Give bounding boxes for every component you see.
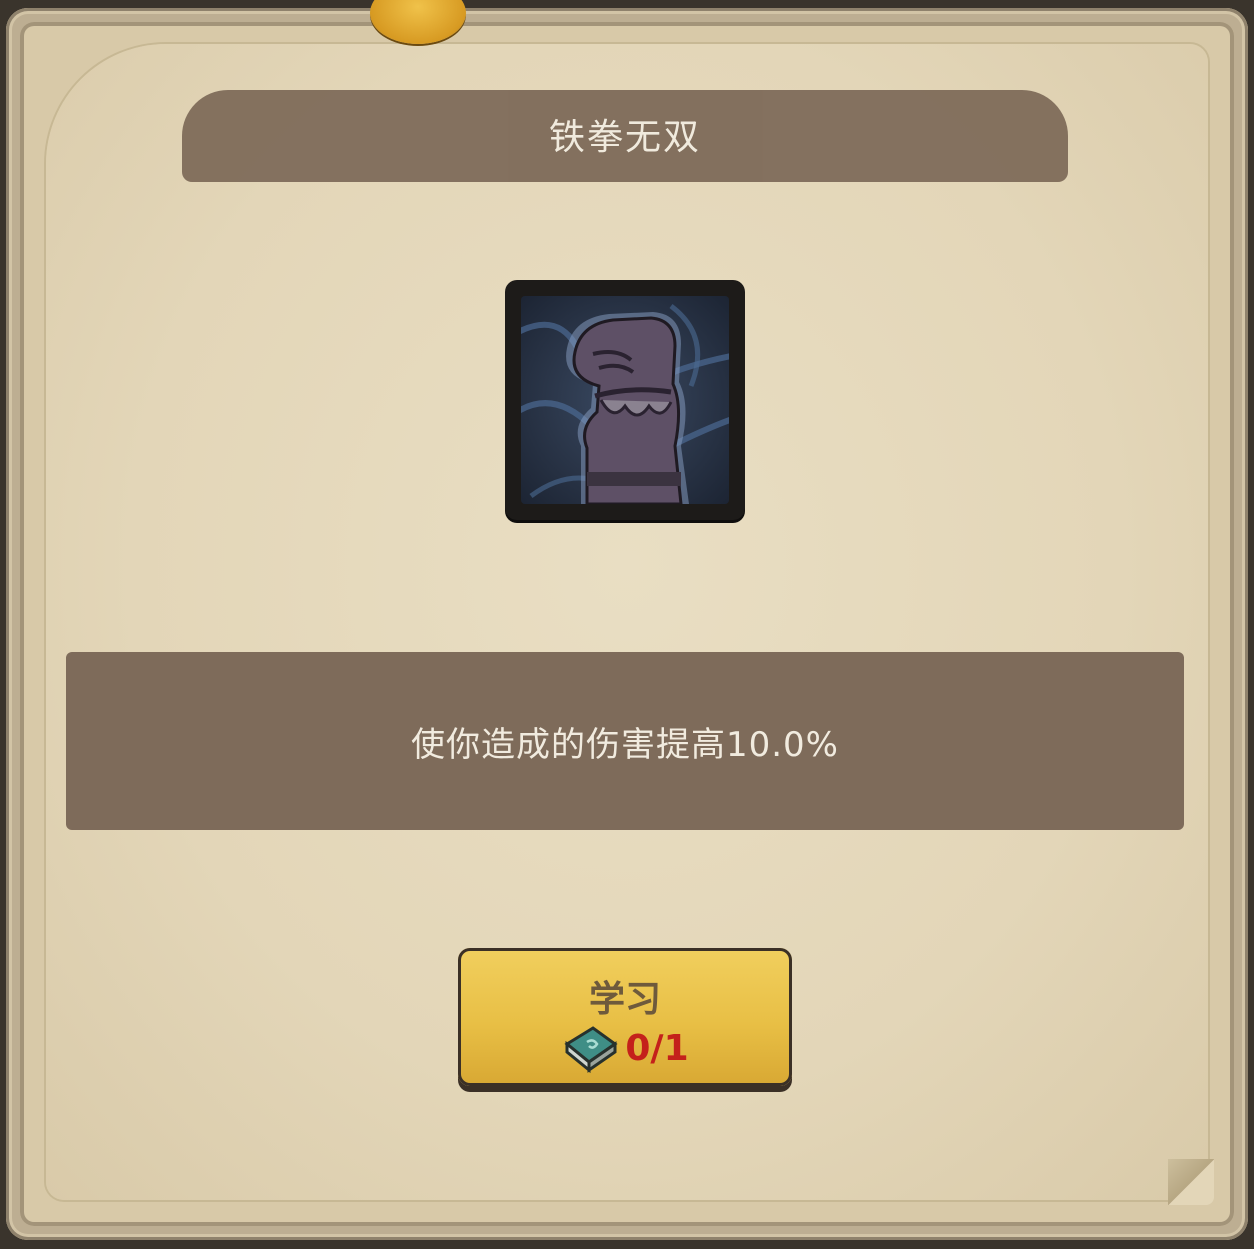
learn-button-label: 学习 <box>588 979 661 1020</box>
title-banner: 铁拳无双 <box>182 90 1068 182</box>
learn-cost-value: 0/1 <box>625 1027 689 1069</box>
learn-cost: 0/1 <box>458 1022 792 1074</box>
skill-title: 铁拳无双 <box>548 117 701 158</box>
skill-icon-frame <box>505 280 745 520</box>
learn-button[interactable]: 学习 0/1 <box>458 948 792 1086</box>
corner-fold-decoration <box>1168 1159 1214 1205</box>
iron-fist-icon <box>521 296 729 504</box>
skill-detail-screen: 铁拳无双 使你造成的伤害提高10.0% 学习 0/1 <box>0 0 1254 1249</box>
skill-description-bar: 使你造成的伤害提高10.0% <box>66 652 1184 830</box>
skill-description: 使你造成的伤害提高10.0% <box>410 724 839 765</box>
skill-book-icon <box>561 1022 619 1074</box>
